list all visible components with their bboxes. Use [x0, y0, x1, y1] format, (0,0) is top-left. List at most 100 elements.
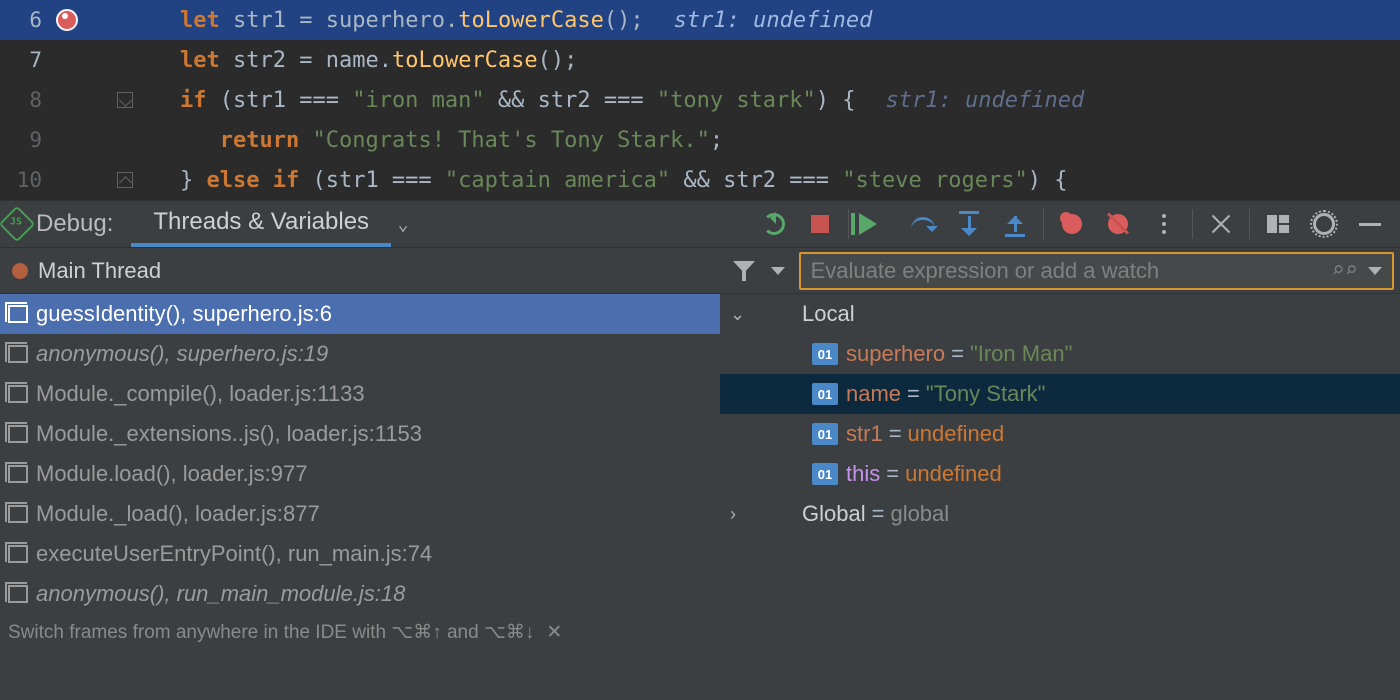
- thread-status-icon: [12, 263, 28, 279]
- frame-icon: [8, 305, 28, 323]
- debug-panes: guessIdentity(), superhero.js:6 anonymou…: [0, 294, 1400, 700]
- layout-icon: [1267, 215, 1289, 233]
- code-text: let str2 = name.toLowerCase();: [140, 48, 1400, 73]
- frames-dropdown-icon[interactable]: [771, 267, 785, 275]
- tip-close-icon[interactable]: ✕: [546, 621, 562, 644]
- variables-pane[interactable]: ⌄ Local 01 superhero="Iron Man" 01 name=…: [720, 294, 1400, 700]
- variable-row[interactable]: 01 superhero="Iron Man": [720, 334, 1400, 374]
- close-tab-button[interactable]: [1199, 204, 1243, 244]
- type-badge: 01: [812, 423, 838, 445]
- frame-row[interactable]: Module.load(), loader.js:977: [0, 454, 720, 494]
- gutter-breakpoint[interactable]: [50, 9, 110, 31]
- frame-icon: [8, 585, 28, 603]
- mute-breakpoints-button[interactable]: [1096, 204, 1140, 244]
- frames-pane[interactable]: guessIdentity(), superhero.js:6 anonymou…: [0, 294, 720, 700]
- scope-global[interactable]: › Global=global: [720, 494, 1400, 534]
- code-text: if (str1 === "iron man" && str2 === "ton…: [140, 88, 1400, 113]
- close-icon: [1211, 214, 1231, 234]
- line-number: 7: [0, 48, 50, 72]
- filter-icon[interactable]: [733, 261, 755, 281]
- type-badge: 01: [812, 463, 838, 485]
- fold-up-icon[interactable]: [117, 172, 133, 188]
- debug-toolwindow-header: Debug: Threads & Variables ⌄: [0, 200, 1400, 248]
- line-number: 9: [0, 128, 50, 152]
- type-badge: 01: [812, 343, 838, 365]
- layout-button[interactable]: [1256, 204, 1300, 244]
- debug-label: Debug:: [36, 210, 131, 238]
- glasses-icon[interactable]: ⌕⌕: [1332, 258, 1359, 283]
- rerun-icon: [763, 213, 785, 235]
- code-line-9[interactable]: 9 return "Congrats! That's Tony Stark.";: [0, 120, 1400, 160]
- step-over-icon: [911, 217, 935, 231]
- stop-button[interactable]: [798, 204, 842, 244]
- frame-row[interactable]: anonymous(), superhero.js:19: [0, 334, 720, 374]
- view-breakpoints-button[interactable]: [1050, 204, 1094, 244]
- tab-dropdown-icon[interactable]: ⌄: [391, 201, 415, 247]
- thread-name[interactable]: Main Thread: [38, 258, 161, 284]
- resume-icon: [859, 213, 877, 235]
- separator: [848, 209, 849, 239]
- frames-tip: Switch frames from anywhere in the IDE w…: [0, 614, 720, 650]
- frame-row[interactable]: executeUserEntryPoint(), run_main.js:74: [0, 534, 720, 574]
- frame-row[interactable]: Module._extensions..js(), loader.js:1153: [0, 414, 720, 454]
- debug-actions: [752, 204, 1400, 244]
- debug-tabs: Threads & Variables ⌄: [131, 201, 415, 247]
- code-text: let str1 = superhero.toLowerCase();str1:…: [140, 8, 1400, 33]
- minimize-icon: [1359, 223, 1381, 226]
- code-line-10[interactable]: 10 } else if (str1 === "captain america"…: [0, 160, 1400, 200]
- inline-hint: str1: undefined: [644, 8, 873, 33]
- tab-threads-variables[interactable]: Threads & Variables: [131, 201, 391, 247]
- more-actions-button[interactable]: [1142, 204, 1186, 244]
- breakpoints-icon: [1062, 214, 1082, 234]
- step-out-button[interactable]: [993, 204, 1037, 244]
- line-number: 8: [0, 88, 50, 112]
- chevron-right-icon[interactable]: ›: [730, 504, 752, 525]
- step-into-icon: [968, 216, 971, 232]
- code-line-8[interactable]: 8 if (str1 === "iron man" && str2 === "t…: [0, 80, 1400, 120]
- minimize-button[interactable]: [1348, 204, 1392, 244]
- settings-button[interactable]: [1302, 204, 1346, 244]
- step-into-button[interactable]: [947, 204, 991, 244]
- debug-subheader: Main Thread ⌕⌕: [0, 248, 1400, 294]
- code-text: } else if (str1 === "captain america" &&…: [140, 168, 1400, 193]
- mute-breakpoints-icon: [1108, 214, 1128, 234]
- chevron-down-icon[interactable]: ⌄: [730, 304, 752, 325]
- node-icon: [0, 206, 35, 243]
- rerun-button[interactable]: [752, 204, 796, 244]
- frame-icon: [8, 345, 28, 363]
- evaluate-expression-box[interactable]: ⌕⌕: [799, 252, 1394, 290]
- step-over-button[interactable]: [901, 204, 945, 244]
- frame-row[interactable]: Module._compile(), loader.js:1133: [0, 374, 720, 414]
- code-editor[interactable]: 6 let str1 = superhero.toLowerCase();str…: [0, 0, 1400, 200]
- variable-row[interactable]: 01 str1=undefined: [720, 414, 1400, 454]
- fold-icon[interactable]: [117, 92, 133, 108]
- type-badge: 01: [812, 383, 838, 405]
- variable-row[interactable]: 01 name="Tony Stark": [720, 374, 1400, 414]
- resume-button[interactable]: [855, 204, 899, 244]
- evaluate-expression-input[interactable]: [811, 258, 1322, 284]
- line-number: 10: [0, 168, 50, 192]
- scope-local[interactable]: ⌄ Local: [720, 294, 1400, 334]
- separator: [1043, 209, 1044, 239]
- breakpoint-icon[interactable]: [56, 9, 78, 31]
- eval-history-dropdown-icon[interactable]: [1368, 267, 1382, 275]
- step-out-icon: [1014, 216, 1017, 232]
- variable-row[interactable]: 01 this=undefined: [720, 454, 1400, 494]
- frame-icon: [8, 505, 28, 523]
- frame-row[interactable]: guessIdentity(), superhero.js:6: [0, 294, 720, 334]
- frame-icon: [8, 385, 28, 403]
- separator: [1192, 209, 1193, 239]
- frame-icon: [8, 545, 28, 563]
- separator: [1249, 209, 1250, 239]
- gear-icon: [1313, 213, 1335, 235]
- line-number: 6: [0, 8, 50, 32]
- code-text: return "Congrats! That's Tony Stark.";: [140, 128, 1400, 153]
- code-line-7[interactable]: 7 let str2 = name.toLowerCase();: [0, 40, 1400, 80]
- inline-hint: str1: undefined: [856, 88, 1085, 113]
- stop-icon: [811, 215, 829, 233]
- frame-row[interactable]: anonymous(), run_main_module.js:18: [0, 574, 720, 614]
- frame-icon: [8, 465, 28, 483]
- frame-row[interactable]: Module._load(), loader.js:877: [0, 494, 720, 534]
- frame-icon: [8, 425, 28, 443]
- code-line-6[interactable]: 6 let str1 = superhero.toLowerCase();str…: [0, 0, 1400, 40]
